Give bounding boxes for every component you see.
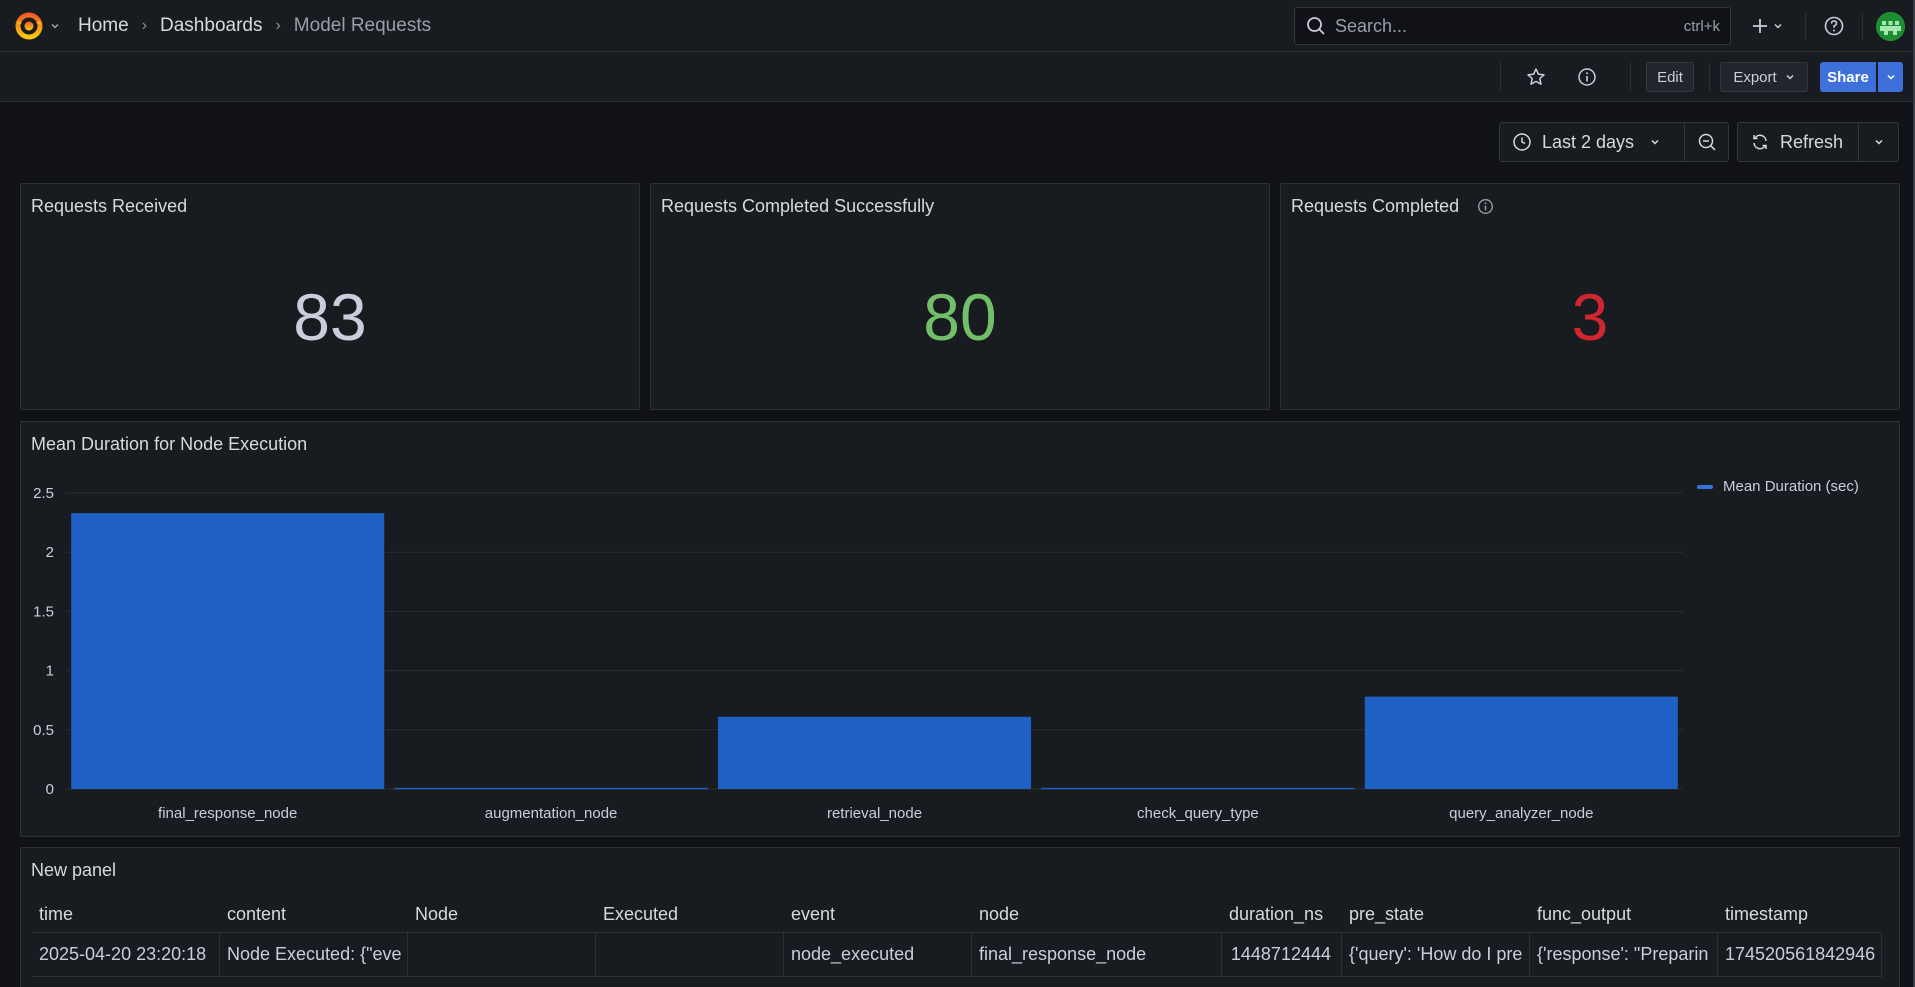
column-header[interactable]: Node (408, 897, 596, 932)
avatar-pattern-icon (1876, 12, 1905, 41)
refresh-interval-picker[interactable] (1859, 122, 1899, 162)
share-button[interactable]: Share (1820, 62, 1876, 92)
search-input[interactable] (1335, 15, 1684, 37)
zoom-out-icon (1698, 133, 1716, 151)
info-icon (1578, 68, 1596, 86)
column-header[interactable]: content (220, 897, 408, 932)
table-cell: {'response': "Preparin (1530, 933, 1718, 976)
edit-button[interactable]: Edit (1646, 62, 1694, 92)
search-icon (1307, 17, 1325, 35)
time-range-controls: Last 2 days Refresh (1499, 122, 1899, 162)
table-cell: 2025-04-20 23:20:18 (32, 933, 220, 976)
star-icon (1527, 68, 1545, 85)
chevron-down-icon (1886, 74, 1895, 80)
grafana-menu[interactable] (14, 11, 60, 41)
chart-legend[interactable]: Mean Duration (sec) (1697, 478, 1859, 495)
mark-favorite-button[interactable] (1521, 62, 1551, 92)
column-header[interactable]: Executed (596, 897, 784, 932)
panel-title: Requests Completed (1291, 196, 1494, 217)
breadcrumb-separator-icon: › (141, 16, 148, 34)
panel-title: New panel (31, 860, 117, 880)
legend-label: Mean Duration (sec) (1723, 478, 1859, 495)
grafana-app: Home › Dashboards › Model Requests ctrl+… (0, 0, 1915, 987)
refresh-icon (1753, 134, 1767, 150)
help-button[interactable] (1820, 12, 1848, 40)
table-cell: 1448712444 (1222, 933, 1342, 976)
breadcrumb-home[interactable]: Home (78, 15, 129, 37)
toolbar-divider (1630, 62, 1631, 92)
export-button-label: Export (1733, 68, 1777, 86)
search-bar[interactable]: ctrl+k (1294, 7, 1731, 45)
share-button-label: Share (1827, 68, 1869, 86)
new-menu-button[interactable] (1747, 12, 1787, 40)
chevron-down-icon (1774, 23, 1782, 29)
column-header[interactable]: timestamp (1718, 897, 1882, 932)
table-body: 2025-04-20 23:20:18 Node Executed: {"eve n… (32, 933, 1882, 977)
breadcrumb-dashboards[interactable]: Dashboards (160, 15, 262, 37)
table-cell: final_response_node (972, 933, 1222, 976)
column-header[interactable]: node (972, 897, 1222, 932)
grafana-logo-icon (15, 12, 43, 39)
table-row[interactable]: 2025-04-20 23:20:18 Node Executed: {"eve n… (32, 933, 1882, 977)
plus-icon (1753, 19, 1767, 33)
toolbar-divider (1709, 62, 1710, 92)
search-shortcut-hint: ctrl+k (1683, 17, 1720, 35)
top-nav-bar: Home › Dashboards › Model Requests ctrl+… (0, 0, 1915, 52)
time-range-label: Last 2 days (1542, 131, 1635, 152)
column-header[interactable]: func_output (1530, 897, 1718, 932)
breadcrumb: Home › Dashboards › Model Requests (78, 15, 431, 37)
chevron-down-icon (1651, 139, 1659, 145)
refresh-label: Refresh (1780, 131, 1844, 152)
breadcrumb-separator-icon: › (275, 16, 281, 34)
share-options-button[interactable] (1878, 62, 1903, 92)
edit-button-label: Edit (1657, 68, 1683, 86)
chevron-down-icon (1786, 74, 1794, 80)
panel-title: Requests Completed Successfully (661, 196, 935, 216)
user-avatar[interactable] (1876, 12, 1905, 41)
clock-icon (1513, 133, 1531, 151)
dashboard-info-button[interactable] (1572, 62, 1602, 92)
table-cell: Node Executed: {"eve (220, 933, 408, 976)
stat-value: 83 (293, 280, 367, 354)
stat-panel-requests-completed[interactable]: Requests Completed 3 (1280, 183, 1900, 410)
bar-chart-panel[interactable]: Mean Duration for Node Execution (20, 421, 1900, 837)
data-table: time content Node Executed event node duration… (32, 897, 1882, 977)
panel-title: Mean Duration for Node Execution (31, 434, 308, 454)
panel-title: Requests Received (31, 196, 188, 216)
column-header[interactable]: time (32, 897, 220, 932)
help-icon (1824, 16, 1844, 36)
legend-swatch (1697, 484, 1713, 489)
toolbar-divider (1500, 62, 1501, 92)
stat-panel-requests-received[interactable]: Requests Received 83 (20, 183, 640, 410)
column-header[interactable]: pre_state (1342, 897, 1530, 932)
chevron-down-icon (1874, 139, 1883, 145)
info-icon[interactable] (1477, 198, 1494, 215)
time-range-picker[interactable]: Last 2 days (1499, 122, 1685, 162)
column-header[interactable]: duration_ns (1222, 897, 1342, 932)
stat-value: 3 (1571, 280, 1609, 354)
export-button[interactable]: Export (1720, 62, 1808, 92)
toolbar-divider (1805, 12, 1806, 40)
stat-panel-requests-successful[interactable]: Requests Completed Successfully 80 (650, 183, 1270, 410)
zoom-out-button[interactable] (1685, 122, 1729, 162)
table-cell (596, 933, 784, 976)
table-cell: node_executed (784, 933, 972, 976)
stat-value: 80 (923, 280, 997, 354)
dashboard-toolbar: Edit Export Share (0, 52, 1915, 102)
table-cell (408, 933, 596, 976)
column-header[interactable]: event (784, 897, 972, 932)
refresh-button[interactable]: Refresh (1737, 122, 1859, 162)
table-header: time content Node Executed event node duration… (32, 897, 1882, 933)
table-cell: 174520561842946 (1718, 933, 1882, 976)
table-cell: {'query': 'How do I pre (1342, 933, 1530, 976)
toolbar-divider (1862, 12, 1863, 40)
chevron-down-icon (51, 23, 59, 29)
breadcrumb-current: Model Requests (293, 14, 432, 36)
